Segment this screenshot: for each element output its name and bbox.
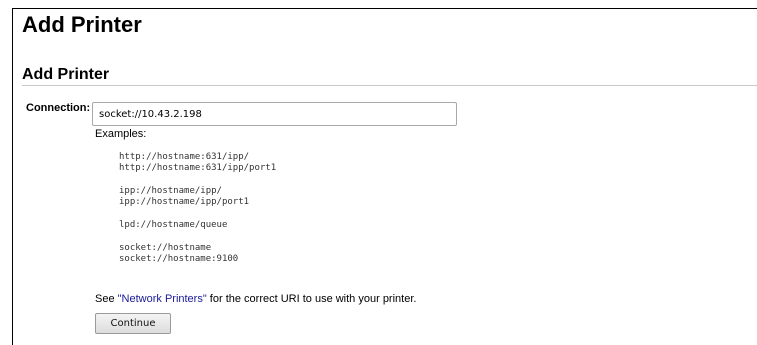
example-uri: ipp://hostname/ipp/port1 — [119, 197, 250, 207]
connection-label: Connection: — [26, 102, 91, 114]
section-divider — [22, 85, 757, 86]
uri-help-note: See "Network Printers" for the correct U… — [95, 292, 416, 306]
example-uri: http://hostname:631/ipp/ — [119, 152, 250, 162]
page-title: Add Printer — [22, 12, 142, 37]
continue-button[interactable]: Continue — [95, 313, 171, 334]
note-prefix: See — [95, 293, 118, 305]
example-uri: lpd://hostname/queue — [119, 220, 228, 230]
connection-input[interactable] — [92, 102, 457, 126]
section-title: Add Printer — [22, 66, 110, 83]
example-uri: socket://hostname — [119, 243, 212, 253]
examples-label: Examples: — [95, 128, 147, 140]
content-frame: Add Printer Add Printer Connection: Exam… — [12, 8, 757, 345]
example-group-http: http://hostname:631/ipp/ http://hostname… — [119, 152, 276, 174]
example-uri: ipp://hostname/ipp/ — [119, 186, 222, 196]
example-group-ipp: ipp://hostname/ipp/ ipp://hostname/ipp/p… — [119, 186, 276, 208]
example-uri: http://hostname:631/ipp/port1 — [119, 163, 277, 173]
example-group-socket: socket://hostname socket://hostname:9100 — [119, 243, 276, 265]
example-uri: socket://hostname:9100 — [119, 254, 239, 264]
examples-list: http://hostname:631/ipp/ http://hostname… — [119, 152, 276, 277]
note-suffix: for the correct URI to use with your pri… — [206, 293, 417, 305]
example-group-lpd: lpd://hostname/queue — [119, 220, 276, 231]
network-printers-link[interactable]: "Network Printers" — [118, 293, 207, 305]
